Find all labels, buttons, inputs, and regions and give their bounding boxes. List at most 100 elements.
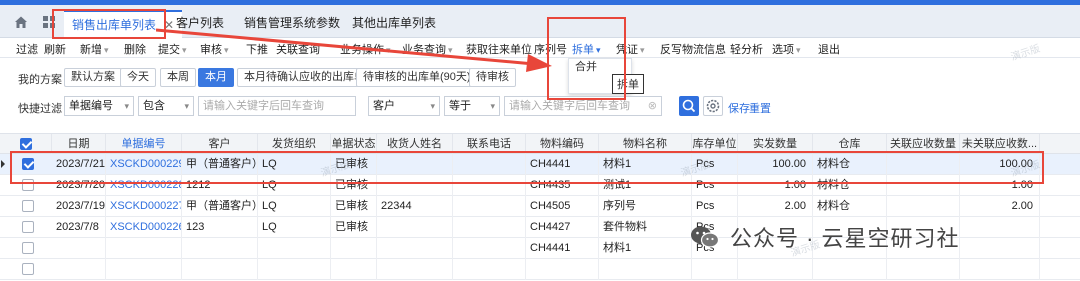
cell-bill-no[interactable]: XSCKD000229 bbox=[106, 154, 182, 175]
cell-material-name: 序列号 bbox=[599, 196, 692, 217]
filter-keyword-input[interactable]: 请输入关键字后回车查询 bbox=[198, 96, 356, 116]
cell-material-name: 套件物料 bbox=[599, 217, 692, 238]
filter-operator2-value: 等于 bbox=[449, 100, 471, 112]
header-receiver[interactable]: 收货人姓名 bbox=[377, 134, 453, 155]
cell-status bbox=[331, 238, 377, 259]
brand-watermark: 公众号 · 云星空研习社 bbox=[690, 222, 960, 252]
table-row[interactable]: 2023/7/21 XSCKD000229 甲（普通客户） LQ 已审核 CH4441 材料… bbox=[0, 154, 1080, 175]
cell-customer bbox=[182, 259, 258, 280]
table-row[interactable]: 2023/7/19 XSCKD000227 甲（普通客户） LQ 已审核 22344 CH4… bbox=[0, 196, 1080, 217]
search-button[interactable] bbox=[679, 96, 699, 116]
cell-phone bbox=[453, 154, 526, 175]
header-unlinked-receivable[interactable]: 未关联应收数... bbox=[960, 134, 1040, 155]
search-icon bbox=[682, 99, 696, 113]
header-unit[interactable]: 库存单位 bbox=[692, 134, 738, 155]
filter-operator2-select[interactable]: 等于 ▾ bbox=[444, 96, 500, 116]
chevron-down-icon: ▾ bbox=[430, 101, 435, 111]
header-linked-receivable[interactable]: 关联应收数量 bbox=[887, 134, 960, 155]
cell-qty: 2.00 bbox=[738, 196, 813, 217]
filter-keyword2-input[interactable]: 请输入关键字后回车查询 ⊗ bbox=[504, 96, 662, 116]
cell-customer: 123 bbox=[182, 217, 258, 238]
annotation-arrow bbox=[156, 28, 552, 72]
row-checkbox[interactable] bbox=[22, 263, 34, 275]
cell-linked-receivable bbox=[887, 154, 960, 175]
reset-button[interactable]: 重置 bbox=[749, 100, 771, 116]
toolbar-logistics[interactable]: 反写物流信息 bbox=[660, 41, 726, 57]
table-row[interactable] bbox=[0, 259, 1080, 280]
menu-grid-icon[interactable] bbox=[42, 15, 56, 29]
cell-warehouse bbox=[813, 259, 887, 280]
clear-icon[interactable]: ⊗ bbox=[648, 97, 657, 115]
header-select-all[interactable] bbox=[0, 134, 52, 155]
select-all-checkbox[interactable] bbox=[20, 138, 32, 150]
chevron-down-icon: ▾ bbox=[640, 45, 645, 55]
cell-unlinked-receivable bbox=[960, 217, 1040, 238]
cell-warehouse: 材料仓 bbox=[813, 196, 887, 217]
header-status[interactable]: 单据状态 bbox=[331, 134, 377, 155]
filter-operator-select[interactable]: 包含 ▾ bbox=[138, 96, 194, 116]
row-checkbox[interactable] bbox=[22, 242, 34, 254]
home-icon[interactable] bbox=[14, 15, 28, 29]
cell-phone bbox=[453, 196, 526, 217]
cell-material-name: 测试1 bbox=[599, 175, 692, 196]
header-date[interactable]: 日期 bbox=[52, 134, 106, 155]
cell-material-name bbox=[599, 259, 692, 280]
header-qty[interactable]: 实发数量 bbox=[738, 134, 813, 155]
header-material-code[interactable]: 物料编码 bbox=[526, 134, 599, 155]
header-customer[interactable]: 客户 bbox=[182, 134, 258, 155]
save-button[interactable]: 保存 bbox=[728, 100, 750, 116]
toolbar-delete[interactable]: 删除 bbox=[124, 41, 146, 57]
header-warehouse[interactable]: 仓库 bbox=[813, 134, 887, 155]
filter-field2-value: 客户 bbox=[373, 100, 395, 112]
cell-material-name: 材料1 bbox=[599, 238, 692, 259]
cell-unit: Pcs bbox=[692, 175, 738, 196]
cell-bill-no[interactable] bbox=[106, 238, 182, 259]
toolbar-voucher[interactable]: 凭证 ▾ bbox=[616, 41, 645, 57]
toolbar-options[interactable]: 选项 ▾ bbox=[772, 41, 801, 57]
cell-receiver bbox=[377, 154, 453, 175]
row-checkbox[interactable] bbox=[22, 179, 34, 191]
row-pointer-icon bbox=[1, 160, 5, 168]
toolbar-exit[interactable]: 退出 bbox=[818, 41, 840, 57]
filter-field2-select[interactable]: 客户 ▾ bbox=[368, 96, 440, 116]
chevron-down-icon: ▾ bbox=[596, 45, 601, 55]
header-bill-no[interactable]: 单据编号 bbox=[106, 134, 182, 155]
table-header: 日期 单据编号 客户 发货组织 单据状态 收货人姓名 联系电话 物料编码 物料名… bbox=[0, 133, 1080, 155]
filter-field-select[interactable]: 单据编号 ▾ bbox=[64, 96, 134, 116]
cell-bill-no[interactable] bbox=[106, 259, 182, 280]
header-phone[interactable]: 联系电话 bbox=[453, 134, 526, 155]
settings-button[interactable] bbox=[703, 96, 723, 116]
toolbar-light-analysis[interactable]: 轻分析 bbox=[730, 41, 763, 57]
cell-bill-no[interactable]: XSCKD000226 bbox=[106, 217, 182, 238]
cell-date: 2023/7/8 bbox=[52, 217, 106, 238]
filter-keyword2-placeholder: 请输入关键字后回车查询 bbox=[509, 100, 630, 112]
scheme-today[interactable]: 今天 bbox=[120, 68, 156, 87]
chevron-down-icon: ▾ bbox=[184, 101, 189, 111]
row-checkbox[interactable] bbox=[22, 200, 34, 212]
cell-qty bbox=[738, 259, 813, 280]
toolbar-refresh[interactable]: 刷新 bbox=[44, 41, 66, 57]
cell-material-code: CH4435 bbox=[526, 175, 599, 196]
cell-status: 已审核 bbox=[331, 217, 377, 238]
header-material-name[interactable]: 物料名称 bbox=[599, 134, 692, 155]
cell-date: 2023/7/19 bbox=[52, 196, 106, 217]
toolbar-filter[interactable]: 过滤 bbox=[16, 41, 38, 57]
table-row[interactable]: 2023/7/20 XSCKD000228 1212 LQ 已审核 CH4435 测试1 Pc… bbox=[0, 175, 1080, 196]
toolbar-split[interactable]: 拆单 ▾ bbox=[572, 41, 601, 57]
wechat-icon bbox=[691, 226, 720, 248]
cell-linked-receivable bbox=[887, 196, 960, 217]
gear-icon bbox=[706, 99, 720, 113]
row-checkbox[interactable] bbox=[22, 221, 34, 233]
toolbar-new[interactable]: 新增 ▾ bbox=[80, 41, 109, 57]
toolbar-options-label: 选项 bbox=[772, 44, 794, 56]
cell-material-code: CH4427 bbox=[526, 217, 599, 238]
cell-material-code: CH4441 bbox=[526, 154, 599, 175]
row-checkbox[interactable] bbox=[22, 158, 34, 170]
cell-bill-no[interactable]: XSCKD000227 bbox=[106, 196, 182, 217]
cell-bill-no[interactable]: XSCKD000228 bbox=[106, 175, 182, 196]
header-ship-org[interactable]: 发货组织 bbox=[258, 134, 331, 155]
cell-unlinked-receivable bbox=[960, 259, 1040, 280]
scheme-default[interactable]: 默认方案 bbox=[64, 68, 122, 87]
cell-phone bbox=[453, 259, 526, 280]
cell-phone bbox=[453, 217, 526, 238]
